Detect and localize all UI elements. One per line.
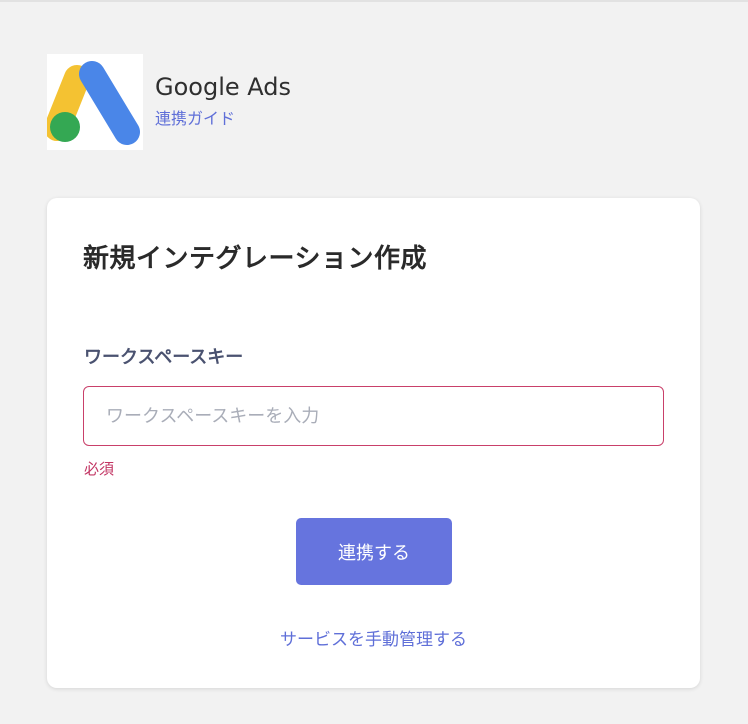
manual-manage-link[interactable]: サービスを手動管理する <box>47 625 700 650</box>
page-title: 新規インテグレーション作成 <box>83 244 427 274</box>
service-title-block: Google Ads 連携ガイド <box>155 73 291 129</box>
workspace-key-label: ワークスペースキー <box>84 347 244 368</box>
connect-button[interactable]: 連携する <box>296 518 452 585</box>
service-header: Google Ads 連携ガイド <box>47 54 291 150</box>
required-error-message: 必須 <box>84 460 115 478</box>
workspace-key-input[interactable] <box>83 386 664 446</box>
service-name: Google Ads <box>155 73 291 101</box>
guide-link[interactable]: 連携ガイド <box>155 105 235 129</box>
integration-card: 新規インテグレーション作成 ワークスペースキー 必須 連携する サービスを手動管… <box>47 198 700 688</box>
google-ads-logo-icon <box>47 54 143 150</box>
